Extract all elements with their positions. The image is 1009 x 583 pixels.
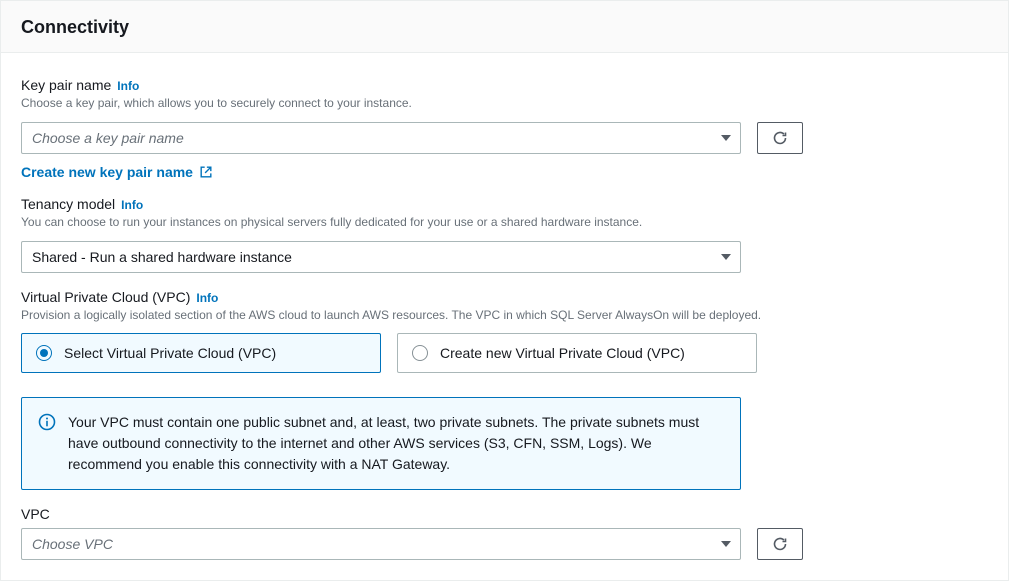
refresh-icon — [772, 130, 788, 146]
refresh-icon — [772, 536, 788, 552]
vpc-section-info-link[interactable]: Info — [196, 291, 218, 305]
panel-body: Key pair name Info Choose a key pair, wh… — [1, 53, 1008, 580]
keypair-label-row: Key pair name Info — [21, 77, 988, 93]
vpc-section-label: Virtual Private Cloud (VPC) — [21, 289, 190, 305]
tenancy-select-value: Shared - Run a shared hardware instance — [32, 249, 292, 265]
keypair-description: Choose a key pair, which allows you to s… — [21, 95, 988, 112]
vpc-section-description: Provision a logically isolated section o… — [21, 307, 988, 324]
vpc-select-wrapper: Choose VPC — [21, 528, 741, 560]
vpc-section-label-row: Virtual Private Cloud (VPC) Info — [21, 289, 988, 305]
tenancy-select-wrapper: Shared - Run a shared hardware instance — [21, 241, 741, 273]
tenancy-label: Tenancy model — [21, 196, 115, 212]
radio-selected-icon — [36, 345, 52, 361]
keypair-label: Key pair name — [21, 77, 111, 93]
vpc-select-control-row: Choose VPC — [21, 528, 988, 560]
vpc-select-label: VPC — [21, 506, 988, 522]
vpc-info-box: Your VPC must contain one public subnet … — [21, 397, 741, 490]
keypair-select-value: Choose a key pair name — [32, 130, 184, 146]
refresh-vpc-button[interactable] — [757, 528, 803, 560]
vpc-info-text: Your VPC must contain one public subnet … — [68, 412, 724, 475]
vpc-select-field: VPC Choose VPC — [21, 506, 988, 560]
vpc-section-field: Virtual Private Cloud (VPC) Info Provisi… — [21, 289, 988, 374]
radio-unselected-icon — [412, 345, 428, 361]
keypair-select-wrapper: Choose a key pair name — [21, 122, 741, 154]
keypair-field: Key pair name Info Choose a key pair, wh… — [21, 77, 988, 180]
keypair-select[interactable]: Choose a key pair name — [21, 122, 741, 154]
create-keypair-link[interactable]: Create new key pair name — [21, 164, 213, 180]
refresh-keypair-button[interactable] — [757, 122, 803, 154]
create-keypair-link-text: Create new key pair name — [21, 164, 193, 180]
tenancy-select[interactable]: Shared - Run a shared hardware instance — [21, 241, 741, 273]
keypair-link-row: Create new key pair name — [21, 164, 988, 180]
vpc-select-existing-label: Select Virtual Private Cloud (VPC) — [64, 345, 276, 361]
tenancy-control-row: Shared - Run a shared hardware instance — [21, 241, 988, 273]
tenancy-description: You can choose to run your instances on … — [21, 214, 988, 231]
keypair-control-row: Choose a key pair name — [21, 122, 988, 154]
info-icon — [38, 413, 56, 431]
panel-title: Connectivity — [21, 17, 988, 38]
vpc-select[interactable]: Choose VPC — [21, 528, 741, 560]
vpc-select-value: Choose VPC — [32, 536, 113, 552]
keypair-info-link[interactable]: Info — [117, 79, 139, 93]
vpc-radio-tiles: Select Virtual Private Cloud (VPC) Creat… — [21, 333, 988, 373]
vpc-select-existing-tile[interactable]: Select Virtual Private Cloud (VPC) — [21, 333, 381, 373]
tenancy-info-link[interactable]: Info — [121, 198, 143, 212]
panel-header: Connectivity — [1, 1, 1008, 53]
vpc-create-new-label: Create new Virtual Private Cloud (VPC) — [440, 345, 685, 361]
tenancy-label-row: Tenancy model Info — [21, 196, 988, 212]
tenancy-field: Tenancy model Info You can choose to run… — [21, 196, 988, 273]
external-link-icon — [199, 165, 213, 179]
vpc-create-new-tile[interactable]: Create new Virtual Private Cloud (VPC) — [397, 333, 757, 373]
connectivity-panel: Connectivity Key pair name Info Choose a… — [0, 0, 1009, 581]
